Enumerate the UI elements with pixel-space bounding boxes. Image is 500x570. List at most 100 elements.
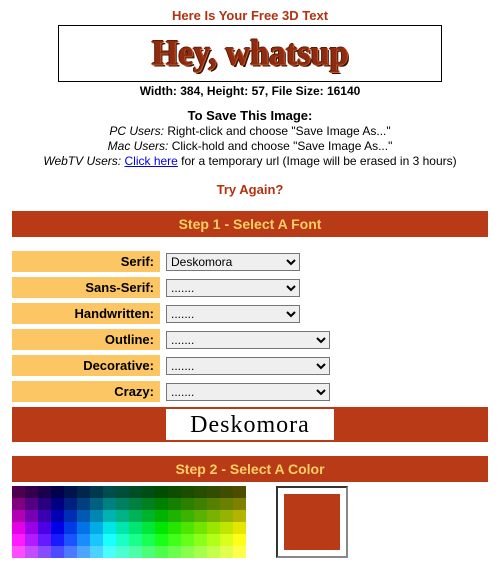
palette-cell[interactable] (116, 534, 129, 546)
select-crazy[interactable]: ....... (166, 383, 330, 401)
palette-cell[interactable] (233, 534, 246, 546)
palette-cell[interactable] (12, 510, 25, 522)
palette-cell[interactable] (116, 498, 129, 510)
palette-cell[interactable] (155, 534, 168, 546)
palette-cell[interactable] (51, 486, 64, 498)
palette-cell[interactable] (233, 546, 246, 558)
palette-cell[interactable] (220, 522, 233, 534)
palette-cell[interactable] (168, 510, 181, 522)
palette-cell[interactable] (38, 510, 51, 522)
palette-cell[interactable] (233, 522, 246, 534)
palette-cell[interactable] (12, 498, 25, 510)
palette-cell[interactable] (116, 522, 129, 534)
palette-cell[interactable] (103, 534, 116, 546)
webtv-temp-url-link[interactable]: Click here (124, 154, 177, 168)
palette-cell[interactable] (155, 498, 168, 510)
palette-cell[interactable] (116, 510, 129, 522)
palette-cell[interactable] (90, 522, 103, 534)
palette-cell[interactable] (129, 510, 142, 522)
palette-cell[interactable] (142, 534, 155, 546)
palette-cell[interactable] (64, 510, 77, 522)
palette-cell[interactable] (207, 510, 220, 522)
palette-cell[interactable] (207, 534, 220, 546)
palette-cell[interactable] (233, 510, 246, 522)
palette-cell[interactable] (129, 486, 142, 498)
palette-cell[interactable] (103, 486, 116, 498)
palette-cell[interactable] (142, 486, 155, 498)
select-outline[interactable]: ....... (166, 331, 330, 349)
palette-cell[interactable] (64, 546, 77, 558)
palette-cell[interactable] (38, 534, 51, 546)
palette-cell[interactable] (220, 486, 233, 498)
select-handwritten[interactable]: ....... (166, 305, 300, 323)
palette-cell[interactable] (25, 510, 38, 522)
select-decorative[interactable]: ....... (166, 357, 330, 375)
palette-cell[interactable] (103, 510, 116, 522)
palette-cell[interactable] (77, 522, 90, 534)
select-serif[interactable]: Deskomora (166, 253, 300, 271)
palette-cell[interactable] (38, 522, 51, 534)
palette-cell[interactable] (51, 546, 64, 558)
palette-cell[interactable] (12, 522, 25, 534)
palette-cell[interactable] (207, 486, 220, 498)
palette-cell[interactable] (181, 522, 194, 534)
palette-cell[interactable] (51, 522, 64, 534)
palette-cell[interactable] (38, 546, 51, 558)
palette-cell[interactable] (90, 534, 103, 546)
palette-cell[interactable] (129, 522, 142, 534)
palette-cell[interactable] (142, 522, 155, 534)
palette-cell[interactable] (194, 498, 207, 510)
palette-cell[interactable] (220, 534, 233, 546)
palette-cell[interactable] (142, 546, 155, 558)
palette-cell[interactable] (77, 510, 90, 522)
select-sans-serif[interactable]: ....... (166, 279, 300, 297)
palette-cell[interactable] (90, 486, 103, 498)
palette-cell[interactable] (155, 510, 168, 522)
palette-cell[interactable] (25, 498, 38, 510)
palette-cell[interactable] (142, 510, 155, 522)
palette-cell[interactable] (64, 498, 77, 510)
palette-cell[interactable] (155, 522, 168, 534)
palette-cell[interactable] (194, 486, 207, 498)
palette-cell[interactable] (207, 498, 220, 510)
palette-cell[interactable] (207, 546, 220, 558)
palette-cell[interactable] (64, 522, 77, 534)
palette-cell[interactable] (12, 486, 25, 498)
palette-cell[interactable] (142, 498, 155, 510)
palette-cell[interactable] (181, 534, 194, 546)
palette-cell[interactable] (194, 546, 207, 558)
palette-cell[interactable] (233, 498, 246, 510)
palette-cell[interactable] (64, 534, 77, 546)
palette-cell[interactable] (233, 486, 246, 498)
palette-cell[interactable] (77, 546, 90, 558)
palette-cell[interactable] (194, 534, 207, 546)
palette-cell[interactable] (181, 546, 194, 558)
palette-cell[interactable] (103, 498, 116, 510)
palette-cell[interactable] (181, 498, 194, 510)
palette-cell[interactable] (129, 546, 142, 558)
palette-cell[interactable] (220, 546, 233, 558)
palette-cell[interactable] (168, 534, 181, 546)
palette-cell[interactable] (220, 498, 233, 510)
palette-cell[interactable] (90, 546, 103, 558)
palette-cell[interactable] (90, 498, 103, 510)
palette-cell[interactable] (38, 486, 51, 498)
palette-cell[interactable] (25, 522, 38, 534)
palette-cell[interactable] (168, 486, 181, 498)
palette-cell[interactable] (194, 522, 207, 534)
palette-cell[interactable] (116, 486, 129, 498)
palette-cell[interactable] (155, 546, 168, 558)
palette-cell[interactable] (181, 510, 194, 522)
palette-cell[interactable] (25, 486, 38, 498)
try-again-link[interactable]: Try Again? (12, 182, 488, 197)
palette-cell[interactable] (12, 546, 25, 558)
palette-cell[interactable] (194, 510, 207, 522)
palette-cell[interactable] (103, 546, 116, 558)
color-palette[interactable] (12, 486, 246, 558)
palette-cell[interactable] (103, 522, 116, 534)
palette-cell[interactable] (25, 546, 38, 558)
palette-cell[interactable] (51, 498, 64, 510)
palette-cell[interactable] (77, 498, 90, 510)
palette-cell[interactable] (77, 534, 90, 546)
palette-cell[interactable] (77, 486, 90, 498)
